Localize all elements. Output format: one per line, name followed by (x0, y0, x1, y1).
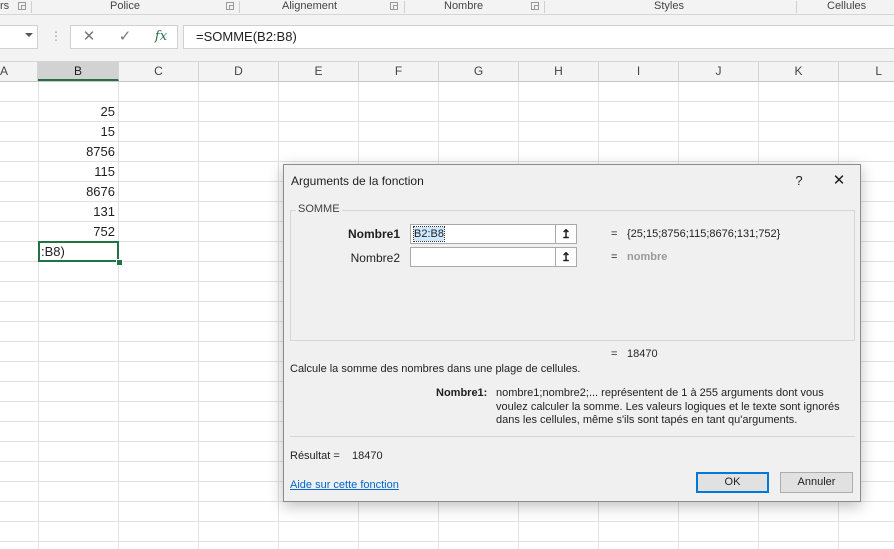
collapse-dialog-icon[interactable]: ↥ (555, 224, 577, 244)
cell-b5[interactable]: 115 (38, 162, 118, 182)
grid-line (0, 521, 894, 522)
function-description: Calcule la somme des nombres dans une pl… (290, 363, 581, 375)
help-link[interactable]: Aide sur cette fonction (290, 479, 399, 491)
ok-button[interactable]: OK (696, 472, 769, 493)
grid-line (0, 121, 894, 122)
arg-equals: = (611, 228, 618, 240)
column-header-j[interactable]: J (679, 62, 759, 81)
ribbon-group-label: Styles (654, 0, 684, 12)
cell-b8[interactable]: 752 (38, 222, 118, 242)
dialog-launcher-icon[interactable] (18, 2, 26, 10)
insert-function-icon[interactable]: fx (151, 28, 171, 46)
grid-line (198, 82, 199, 549)
dialog-launcher-icon[interactable] (226, 2, 234, 10)
ribbon-group-label: Cellules (827, 0, 867, 12)
formula-buttons: ✕ ✓ fx (70, 25, 178, 49)
ribbon-group-styles: Styles (545, 0, 795, 14)
total-value: 18470 (627, 348, 658, 360)
arg-label-nombre1: Nombre1 (347, 227, 400, 241)
cell-b6[interactable]: 8676 (38, 182, 118, 202)
formula-input[interactable]: =SOMME(B2:B8) (183, 25, 894, 49)
close-icon[interactable]: ✕ (828, 170, 850, 192)
ribbon-group-label: Nombre (444, 0, 484, 12)
ribbon-group-label: rs (0, 0, 10, 12)
cell-b4[interactable]: 8756 (38, 142, 118, 162)
column-header-h[interactable]: H (519, 62, 599, 81)
cell-b3[interactable]: 15 (38, 122, 118, 142)
ribbon-group-label: Alignement (282, 0, 338, 12)
column-header-d[interactable]: D (199, 62, 279, 81)
dialog-title: Arguments de la fonction (291, 174, 424, 188)
cell-b2[interactable]: 25 (38, 102, 118, 122)
arg-input-nombre1[interactable]: B2:B8 ↥ (410, 224, 577, 244)
grid-line (0, 161, 894, 162)
cancel-icon[interactable]: ✕ (79, 28, 99, 46)
formula-bar: ⋮ ✕ ✓ fx =SOMME(B2:B8) (0, 15, 894, 62)
column-header-a[interactable]: A (0, 62, 38, 81)
dialog-launcher-icon[interactable] (390, 2, 398, 10)
column-headers: A B C D E F G H I J K L (0, 62, 894, 82)
active-cell-b9[interactable]: :B8) (38, 241, 119, 262)
collapse-dialog-icon[interactable]: ↥ (555, 247, 577, 267)
column-header-b[interactable]: B (38, 62, 119, 81)
function-name: SOMME (296, 203, 342, 215)
result-value: 18470 (352, 450, 383, 462)
enter-icon[interactable]: ✓ (115, 28, 135, 46)
grid-line (0, 541, 894, 542)
chevron-down-icon[interactable] (25, 33, 33, 37)
column-header-c[interactable]: C (119, 62, 199, 81)
arg-input-value: B2:B8 (413, 226, 445, 242)
ribbon-group-label: Police (110, 0, 140, 12)
grid-line (278, 82, 279, 549)
column-header-f[interactable]: F (359, 62, 439, 81)
help-icon[interactable]: ? (789, 170, 809, 192)
function-arguments-dialog: Arguments de la fonction ? ✕ SOMME Nombr… (283, 164, 861, 502)
cancel-button[interactable]: Annuler (780, 472, 853, 493)
cell-b7[interactable]: 131 (38, 202, 118, 222)
result-label: Résultat = (290, 450, 340, 462)
arg-result-nombre2: nombre (627, 251, 668, 263)
ribbon-group-alignment: Alignement (240, 0, 403, 14)
arg-equals: = (611, 251, 618, 263)
column-header-l[interactable]: L (839, 62, 894, 81)
arg-input-nombre2[interactable]: ↥ (410, 247, 577, 267)
column-header-e[interactable]: E (279, 62, 359, 81)
ribbon-group-number: Nombre (405, 0, 543, 14)
column-header-g[interactable]: G (439, 62, 519, 81)
grid-line (0, 101, 894, 102)
ribbon-group-font: Police (32, 0, 238, 14)
column-header-k[interactable]: K (759, 62, 839, 81)
ribbon-group-cells: Cellules (797, 0, 894, 14)
arg-result-nombre1: {25;15;8756;115;8676;131;752} (627, 228, 781, 240)
grid-line (0, 141, 894, 142)
ribbon-group-labels: rs Police Alignement Nombre Styles Cellu… (0, 0, 894, 15)
dialog-launcher-icon[interactable] (531, 2, 539, 10)
grid-line (118, 82, 119, 549)
divider (290, 436, 855, 437)
fill-handle[interactable] (116, 259, 123, 266)
ribbon-group-clipboard: rs (0, 0, 30, 14)
arg-description-text: nombre1;nombre2;... représentent de 1 à … (496, 387, 840, 426)
grip-dots-icon[interactable]: ⋮ (50, 30, 62, 42)
column-header-i[interactable]: I (599, 62, 679, 81)
arg-description-label: Nombre1: (436, 387, 488, 399)
total-equals: = (611, 348, 618, 360)
name-box[interactable] (0, 25, 38, 49)
arg-label-nombre2: Nombre2 (350, 251, 400, 265)
